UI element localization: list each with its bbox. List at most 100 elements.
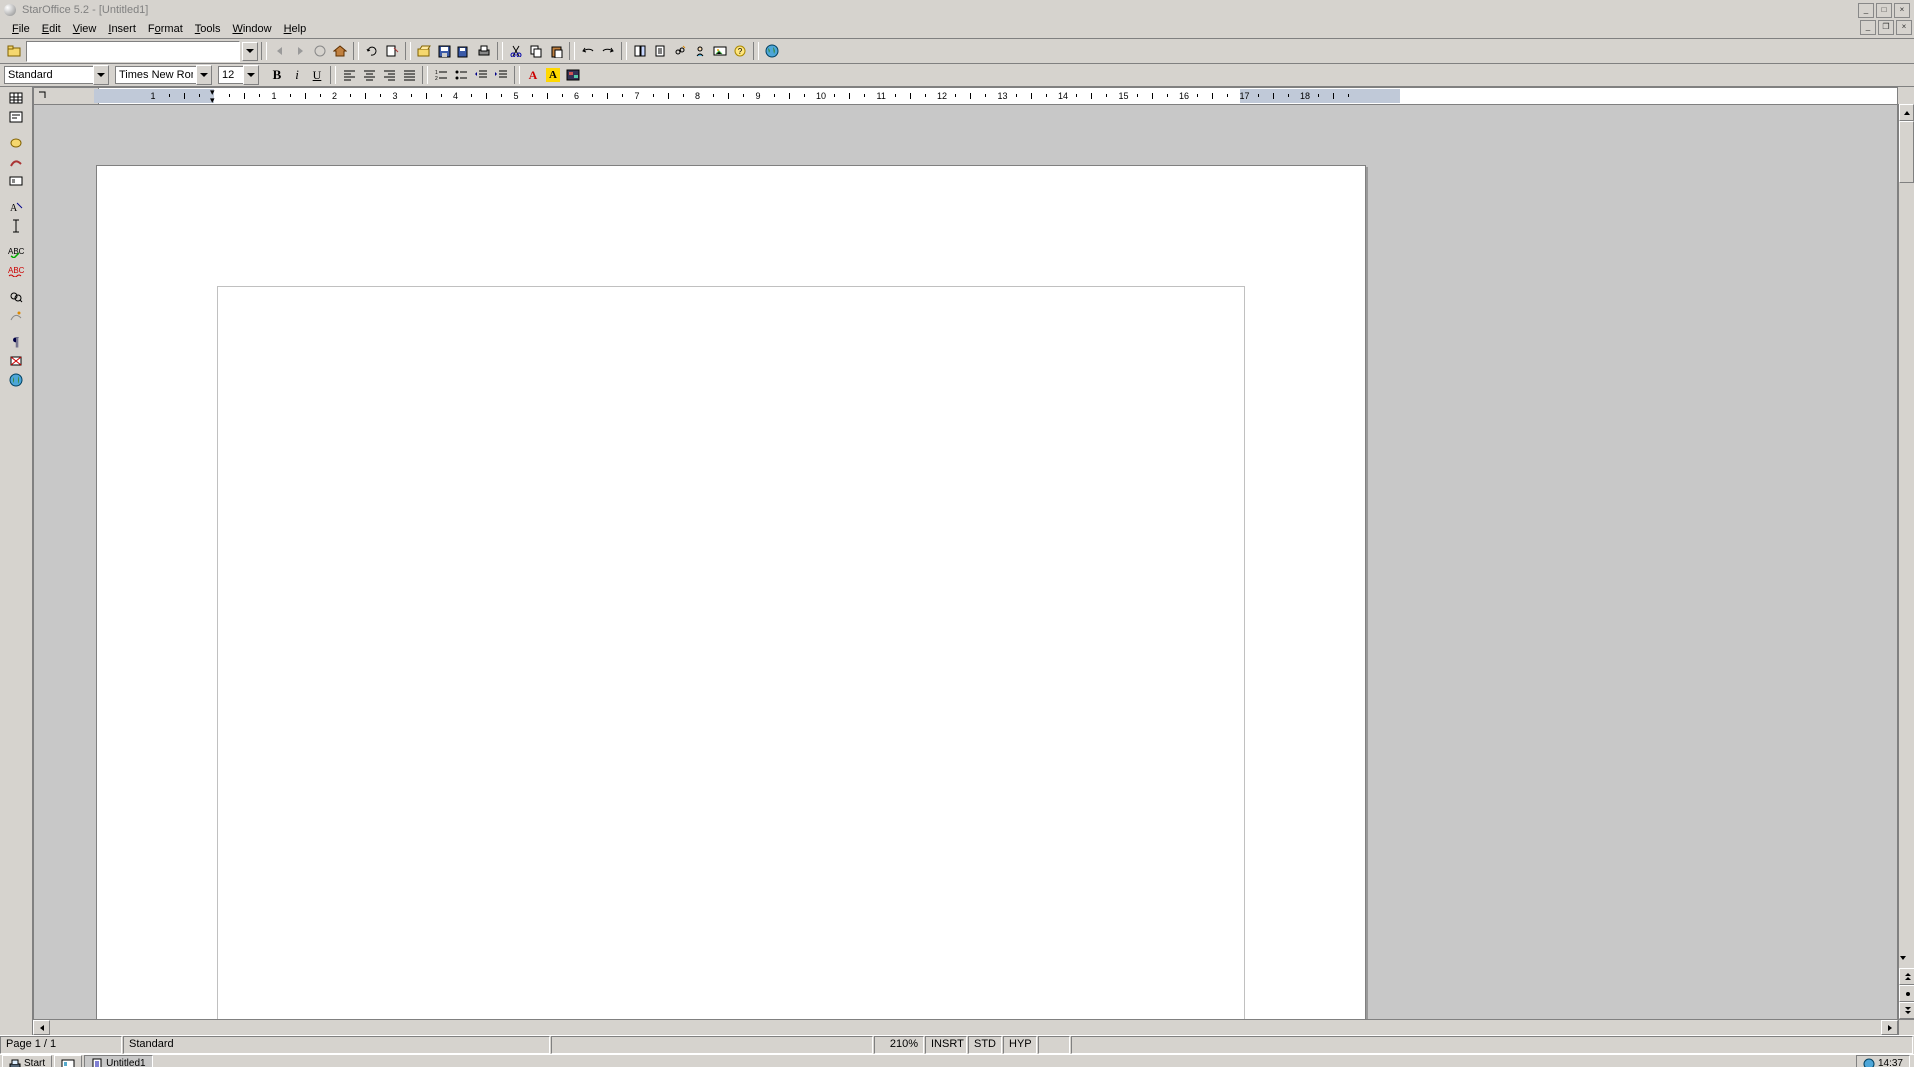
text-frame[interactable] bbox=[217, 286, 1245, 1035]
increase-indent-button[interactable] bbox=[491, 65, 511, 85]
horizontal-scrollbar[interactable] bbox=[33, 1019, 1914, 1035]
auto-spellcheck-icon[interactable]: ABC bbox=[6, 262, 26, 280]
undo-icon[interactable] bbox=[578, 41, 598, 61]
scroll-down-button[interactable] bbox=[1899, 953, 1914, 968]
next-page-button[interactable] bbox=[1899, 1002, 1914, 1019]
task-untitled1[interactable]: Untitled1 bbox=[84, 1055, 152, 1067]
paragraph-style-combo[interactable] bbox=[4, 65, 109, 85]
mdi-close-button[interactable]: × bbox=[1896, 20, 1912, 35]
menu-help[interactable]: Help bbox=[278, 22, 313, 36]
scroll-left-button[interactable] bbox=[33, 1020, 50, 1035]
menu-edit[interactable]: Edit bbox=[36, 22, 67, 36]
help-icon[interactable]: ? bbox=[730, 41, 750, 61]
paragraph-background-button[interactable] bbox=[563, 65, 583, 85]
paragraph-style-input[interactable] bbox=[4, 66, 93, 84]
find-icon[interactable] bbox=[6, 288, 26, 306]
copy-icon[interactable] bbox=[526, 41, 546, 61]
cut-icon[interactable] bbox=[506, 41, 526, 61]
insert-table-icon[interactable] bbox=[6, 89, 26, 107]
scroll-thumb-h[interactable] bbox=[50, 1020, 110, 1033]
tray[interactable]: 14:37 bbox=[1856, 1055, 1910, 1067]
menu-format[interactable]: Format bbox=[142, 22, 189, 36]
horizontal-ruler[interactable]: 1123456789101112131415161718▾▾ bbox=[33, 87, 1898, 105]
form-icon[interactable] bbox=[6, 172, 26, 190]
hyperlink-icon[interactable] bbox=[670, 41, 690, 61]
direct-cursor-icon[interactable] bbox=[6, 217, 26, 235]
minimize-button[interactable]: _ bbox=[1858, 3, 1874, 18]
nav-forward-icon[interactable] bbox=[290, 41, 310, 61]
url-dropdown-button[interactable] bbox=[242, 42, 258, 61]
decrease-indent-button[interactable] bbox=[471, 65, 491, 85]
align-left-button[interactable] bbox=[339, 65, 359, 85]
status-page[interactable]: Page 1 / 1 bbox=[0, 1036, 122, 1054]
reload-icon[interactable] bbox=[362, 41, 382, 61]
gallery-person-icon[interactable] bbox=[690, 41, 710, 61]
maximize-button[interactable]: □ bbox=[1876, 3, 1892, 18]
align-right-button[interactable] bbox=[379, 65, 399, 85]
menu-file[interactable]: File bbox=[6, 22, 36, 36]
save-icon[interactable] bbox=[434, 41, 454, 61]
highlight-button[interactable]: A bbox=[543, 65, 563, 85]
document-canvas[interactable] bbox=[33, 105, 1898, 1035]
insert-object-icon[interactable] bbox=[6, 134, 26, 152]
status-sel[interactable] bbox=[1038, 1036, 1070, 1054]
status-std[interactable]: STD bbox=[968, 1036, 1002, 1054]
scroll-thumb-v[interactable] bbox=[1899, 121, 1914, 183]
scroll-right-button[interactable] bbox=[1881, 1020, 1898, 1035]
status-zoom[interactable]: 210% bbox=[874, 1036, 924, 1054]
spellcheck-icon[interactable]: ABC bbox=[6, 243, 26, 261]
status-insert[interactable]: INSRT bbox=[925, 1036, 967, 1054]
nonprinting-chars-icon[interactable]: ¶ bbox=[6, 333, 26, 351]
stylist-icon[interactable] bbox=[650, 41, 670, 61]
nav-back-icon[interactable] bbox=[270, 41, 290, 61]
mdi-restore-button[interactable]: ❐ bbox=[1878, 20, 1894, 35]
save-as-icon[interactable] bbox=[454, 41, 474, 61]
print-icon[interactable] bbox=[474, 41, 494, 61]
navigator-icon[interactable] bbox=[630, 41, 650, 61]
status-hyp[interactable]: HYP bbox=[1003, 1036, 1037, 1054]
font-size-input[interactable] bbox=[218, 66, 243, 84]
italic-button[interactable]: i bbox=[287, 65, 307, 85]
data-source-icon[interactable] bbox=[6, 307, 26, 325]
insert-fields-icon[interactable] bbox=[6, 108, 26, 126]
gallery-icon[interactable] bbox=[710, 41, 730, 61]
menu-tools[interactable]: Tools bbox=[189, 22, 227, 36]
font-size-dropdown[interactable] bbox=[243, 65, 259, 85]
align-center-button[interactable] bbox=[359, 65, 379, 85]
graphics-onoff-icon[interactable] bbox=[6, 352, 26, 370]
edit-icon[interactable] bbox=[382, 41, 402, 61]
stop-icon[interactable] bbox=[310, 41, 330, 61]
menu-view[interactable]: View bbox=[67, 22, 103, 36]
nav-select-button[interactable] bbox=[1899, 985, 1914, 1002]
align-justify-button[interactable] bbox=[399, 65, 419, 85]
scroll-up-button[interactable] bbox=[1899, 104, 1914, 121]
font-name-dropdown[interactable] bbox=[196, 65, 212, 85]
prev-page-button[interactable] bbox=[1899, 968, 1914, 985]
vertical-scrollbar[interactable] bbox=[1898, 104, 1914, 1020]
start-button[interactable]: Start bbox=[2, 1055, 52, 1067]
url-combo[interactable] bbox=[24, 41, 258, 62]
close-button[interactable]: × bbox=[1894, 3, 1910, 18]
bulleted-list-button[interactable] bbox=[451, 65, 471, 85]
underline-button[interactable]: U bbox=[307, 65, 327, 85]
quicklaunch-button[interactable] bbox=[54, 1055, 82, 1067]
menu-insert[interactable]: Insert bbox=[102, 22, 142, 36]
font-name-combo[interactable] bbox=[115, 65, 212, 85]
menu-window[interactable]: Window bbox=[226, 22, 277, 36]
font-size-combo[interactable] bbox=[218, 65, 259, 85]
font-name-input[interactable] bbox=[115, 66, 196, 84]
edit-autotext-icon[interactable]: A bbox=[6, 198, 26, 216]
folder-icon[interactable] bbox=[4, 41, 24, 61]
open-icon[interactable] bbox=[414, 41, 434, 61]
online-layout-icon[interactable] bbox=[6, 371, 26, 389]
redo-icon[interactable] bbox=[598, 41, 618, 61]
bold-button[interactable]: B bbox=[267, 65, 287, 85]
status-style[interactable]: Standard bbox=[123, 1036, 550, 1054]
mdi-minimize-button[interactable]: _ bbox=[1860, 20, 1876, 35]
numbered-list-button[interactable]: 12 bbox=[431, 65, 451, 85]
url-input[interactable] bbox=[26, 41, 240, 62]
show-draw-icon[interactable] bbox=[6, 153, 26, 171]
paragraph-style-dropdown[interactable] bbox=[93, 65, 109, 85]
paste-icon[interactable] bbox=[546, 41, 566, 61]
font-color-button[interactable]: A bbox=[523, 65, 543, 85]
